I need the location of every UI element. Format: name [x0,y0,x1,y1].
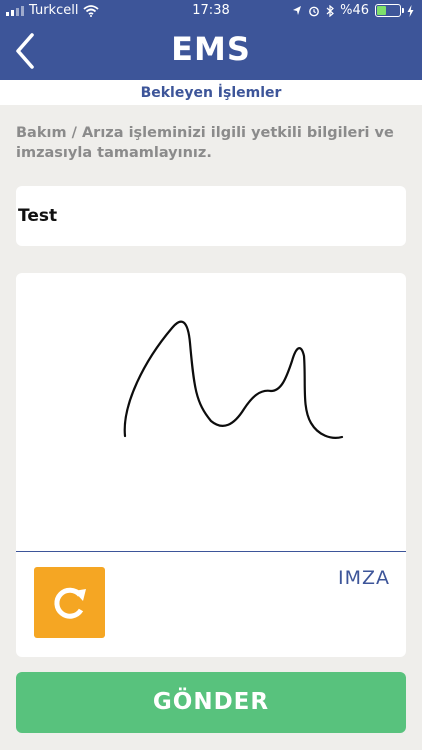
refresh-icon [54,587,86,619]
clear-signature-button[interactable] [34,567,105,638]
instruction-text: Bakım / Arıza işleminizi ilgili yetkili … [16,125,394,161]
battery-percent: %46 [340,3,369,18]
signature-card: IMZA [16,273,406,657]
signature-baseline [16,551,406,552]
app-title: EMS [171,30,251,68]
signature-pad[interactable] [16,273,406,551]
status-right: %46 [292,3,414,18]
signature-label: IMZA [337,567,390,589]
page-subtitle: Bekleyen İşlemler [0,80,422,105]
location-icon [293,6,302,15]
charging-icon [407,4,414,17]
bluetooth-icon [326,4,335,17]
signature-stroke [123,320,344,439]
status-bar: Turkcell 17:38 %46 [0,0,422,22]
alarm-icon [309,6,319,16]
battery-icon [375,4,404,17]
authorized-name-input[interactable] [16,186,406,246]
navigation-bar: EMS [0,22,422,80]
battery-fill [377,6,386,15]
submit-button[interactable]: GÖNDER [16,672,406,733]
